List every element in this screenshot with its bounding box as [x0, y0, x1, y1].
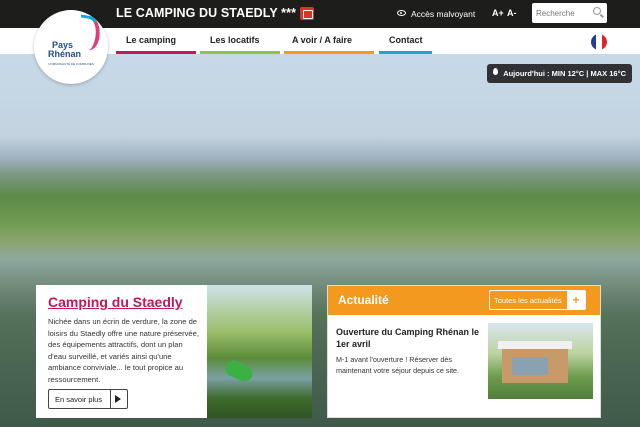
news-heading: Actualité [338, 293, 389, 307]
learn-more-button[interactable]: En savoir plus [48, 389, 128, 409]
button-divider [110, 390, 111, 408]
learn-more-label: En savoir plus [55, 395, 103, 404]
nav-underline [200, 51, 280, 54]
play-arrow-icon [115, 395, 121, 403]
font-increase-button[interactable]: A+ [492, 8, 504, 18]
news-item-title[interactable]: Ouverture du Camping Rhénan le 1er avril [336, 326, 481, 350]
nav-item-contact[interactable]: Contact [389, 35, 423, 45]
all-news-label: Toutes les actualités [494, 296, 562, 305]
nav-item-les-locatifs[interactable]: Les locatifs [210, 35, 260, 45]
french-flag-icon[interactable] [591, 34, 607, 50]
nav-underline [116, 51, 196, 54]
nav-underline [379, 51, 432, 54]
news-header: Actualité Toutes les actualités + [328, 286, 600, 315]
chalet-shape [498, 341, 572, 383]
news-card: Actualité Toutes les actualités + Ouvert… [327, 285, 601, 418]
camping-description: Nichée dans un écrin de verdure, la zone… [48, 317, 199, 384]
pays-rhenan-logo[interactable]: Pays Rhénan COMMUNAUTÉ DE COMMUNES [34, 10, 108, 84]
weather-text: Aujourd'hui : MIN 12°C | MAX 16°C [503, 69, 626, 78]
site-title: LE CAMPING DU STAEDLY *** [116, 6, 297, 20]
nav-underline [284, 51, 374, 54]
plus-icon: + [567, 291, 585, 309]
logo-tagline: COMMUNAUTÉ DE COMMUNES [48, 62, 94, 66]
font-decrease-button[interactable]: A- [507, 8, 517, 18]
water-slide-shape [222, 357, 256, 385]
nav-item-le-camping[interactable]: Le camping [126, 35, 176, 45]
search-icon[interactable] [593, 7, 601, 15]
search-input[interactable] [536, 6, 590, 20]
eye-icon[interactable] [397, 10, 406, 16]
accessibility-link[interactable]: Accès malvoyant [411, 9, 475, 19]
search-box [532, 3, 607, 23]
camping-title-link[interactable]: Camping du Staedly [48, 294, 183, 310]
weather-badge: Aujourd'hui : MIN 12°C | MAX 16°C [487, 64, 632, 83]
news-item-text: M-1 avant l'ouverture ! Réserver dès mai… [336, 355, 460, 375]
nav-item-a-voir-a-faire[interactable]: A voir / A faire [292, 35, 352, 45]
facebook-icon[interactable] [300, 7, 314, 20]
camping-card: Camping du Staedly Nichée dans un écrin … [36, 285, 312, 418]
all-news-button[interactable]: Toutes les actualités + [489, 290, 586, 310]
camping-photo [207, 285, 312, 418]
news-item-photo[interactable] [488, 323, 593, 399]
logo-text-line2: Rhénan [48, 49, 82, 59]
